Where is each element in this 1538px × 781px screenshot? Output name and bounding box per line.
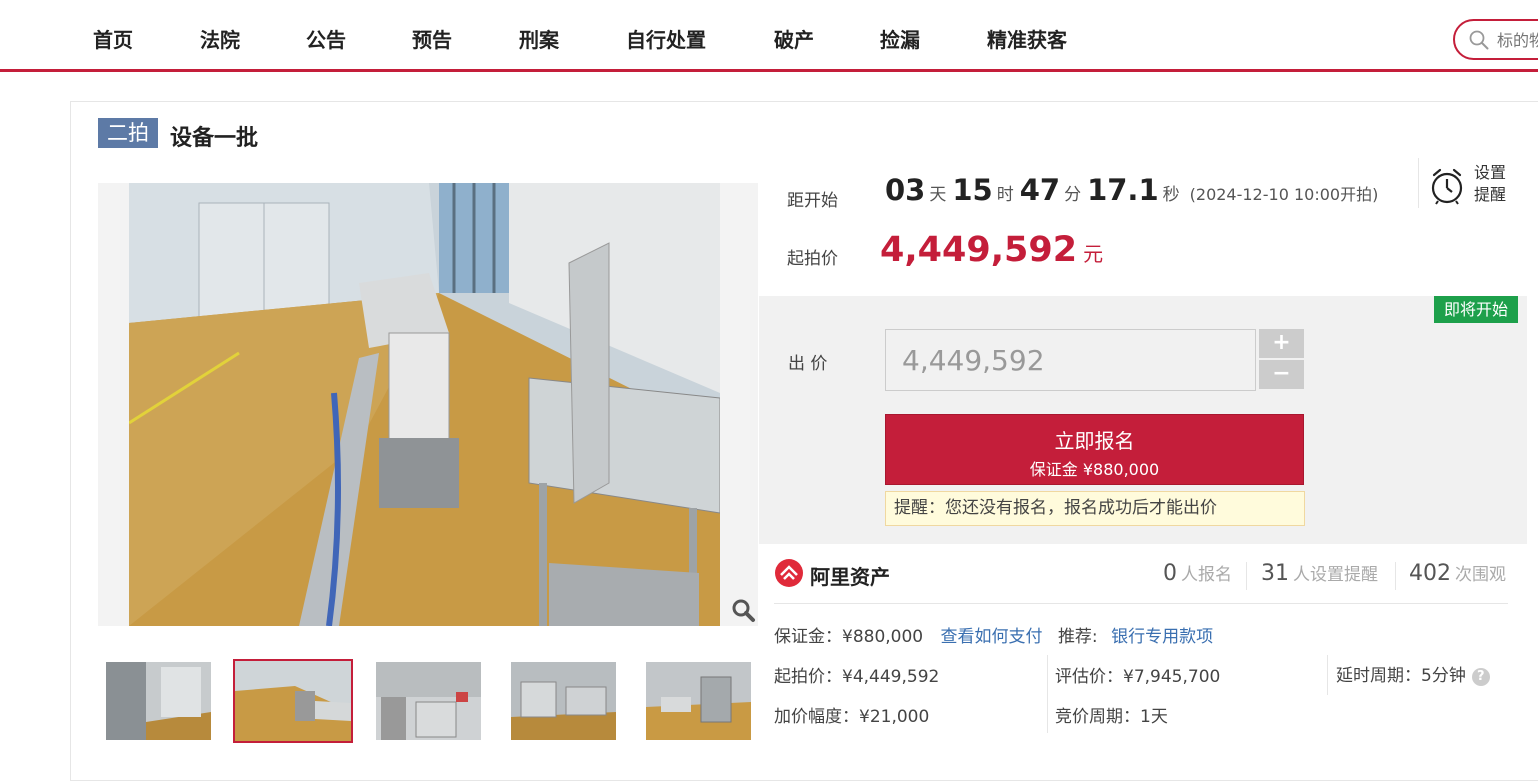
delay-period-value: 延时周期：5分钟 (1336, 666, 1466, 686)
countdown-hours-unit: 时 (996, 185, 1014, 205)
divider (1327, 655, 1328, 695)
signup-deposit-label: 保证金 ¥880,000 (1029, 460, 1160, 479)
top-nav: 首页 法院 公告 预告 刑案 自行处置 破产 捡漏 精准获客 (0, 0, 1538, 72)
status-badge: 即将开始 (1434, 296, 1518, 323)
detail-bidding-period: 竞价周期：1天 (1055, 707, 1168, 727)
detail-increment: 加价幅度：¥21,000 (774, 707, 930, 727)
signup-count-value: 0 (1163, 561, 1177, 586)
detail-appraisal-price: 评估价：¥7,945,700 (1055, 667, 1221, 687)
signup-reminder: 提醒：您还没有报名，报名成功后才能出价 (885, 491, 1305, 526)
ali-asset-logo (775, 559, 803, 587)
signup-count-label: 人报名 (1181, 565, 1232, 585)
countdown: 03 天 15 时 47 分 17.1 秒 (2024-12-10 10:00开拍) (885, 173, 1378, 207)
search-input[interactable] (1497, 28, 1538, 52)
countdown-hours: 15 (952, 173, 993, 207)
start-price-amount: 4,449,592 (880, 230, 1078, 270)
nav-bargain[interactable]: 捡漏 (880, 24, 920, 53)
countdown-label: 距开始 (787, 191, 838, 211)
deposit-info: 保证金：¥880,000 查看如何支付 推荐: 银行专用款项 (774, 622, 1213, 647)
view-count-value: 402 (1409, 561, 1451, 586)
nav-home[interactable]: 首页 (93, 24, 133, 53)
divider (1395, 562, 1396, 590)
decrease-bid-button[interactable]: − (1259, 360, 1304, 389)
countdown-minutes: 47 (1019, 173, 1061, 207)
zoom-icon[interactable] (730, 597, 756, 623)
bid-price-input[interactable] (885, 329, 1256, 391)
nav-court[interactable]: 法院 (200, 24, 240, 53)
divider (1047, 655, 1048, 733)
signup-button-label: 立即报名 (1054, 429, 1135, 453)
divider (1246, 562, 1247, 590)
detail-delay-period: 延时周期：5分钟? (1336, 661, 1490, 686)
increase-bid-button[interactable]: + (1259, 329, 1304, 358)
auction-start-time: (2024-12-10 10:00开拍) (1189, 185, 1379, 204)
countdown-days-unit: 天 (929, 185, 947, 205)
reminder-text-2: 提醒 (1474, 185, 1507, 204)
reminder-count-value: 31 (1261, 561, 1289, 586)
view-count: 402 次围观 (1409, 560, 1506, 586)
nav-preview[interactable]: 预告 (412, 24, 452, 53)
search-icon (1469, 30, 1489, 50)
gallery-thumbnail[interactable] (106, 662, 211, 740)
signup-button[interactable]: 立即报名 保证金 ¥880,000 (885, 414, 1304, 485)
divider (774, 603, 1508, 604)
gallery-thumbnail[interactable] (376, 662, 481, 740)
detail-start-price: 起拍价：¥4,449,592 (774, 667, 940, 687)
gallery-thumbnail[interactable] (646, 662, 751, 740)
reminder-count-label: 人设置提醒 (1293, 565, 1378, 585)
auction-round-badge: 二拍 (98, 118, 158, 148)
main-photo[interactable] (129, 183, 720, 626)
start-price-currency: 元 (1083, 242, 1104, 266)
countdown-minutes-unit: 分 (1064, 185, 1082, 205)
recommend-label: 推荐: (1057, 627, 1098, 647)
countdown-days: 03 (885, 173, 926, 207)
search-box[interactable] (1453, 19, 1538, 60)
nav-criminal[interactable]: 刑案 (519, 24, 559, 53)
countdown-seconds-unit: 秒 (1162, 185, 1180, 205)
gallery-thumbnail-active[interactable] (233, 659, 353, 743)
how-to-pay-link[interactable]: 查看如何支付 (941, 627, 1043, 647)
page-title: 设备一批 (170, 126, 259, 151)
set-reminder-button[interactable]: 设置 提醒 (1418, 158, 1528, 208)
nav-self-disposal[interactable]: 自行处置 (626, 24, 706, 53)
main-photo-frame (98, 183, 758, 626)
reminder-text-1: 设置 (1474, 163, 1507, 182)
deposit-value: 保证金：¥880,000 (774, 627, 924, 647)
start-price: 4,449,592 元 (880, 230, 1103, 270)
bank-account-link[interactable]: 银行专用款项 (1111, 627, 1213, 647)
reminder-count: 31 人设置提醒 (1261, 560, 1378, 586)
alarm-clock-icon (1431, 168, 1463, 205)
bid-label: 出 价 (788, 354, 828, 374)
start-price-label: 起拍价 (787, 249, 838, 269)
gallery-thumbnail[interactable] (511, 662, 616, 740)
platform-name: 阿里资产 (810, 565, 890, 589)
nav-precise-leads[interactable]: 精准获客 (987, 24, 1067, 53)
signup-count: 0 人报名 (1163, 560, 1232, 586)
help-icon[interactable]: ? (1471, 668, 1490, 686)
view-count-label: 次围观 (1455, 565, 1506, 585)
countdown-seconds: 17.1 (1087, 173, 1159, 207)
nav-announcement[interactable]: 公告 (306, 24, 346, 53)
nav-bankruptcy[interactable]: 破产 (774, 24, 814, 53)
